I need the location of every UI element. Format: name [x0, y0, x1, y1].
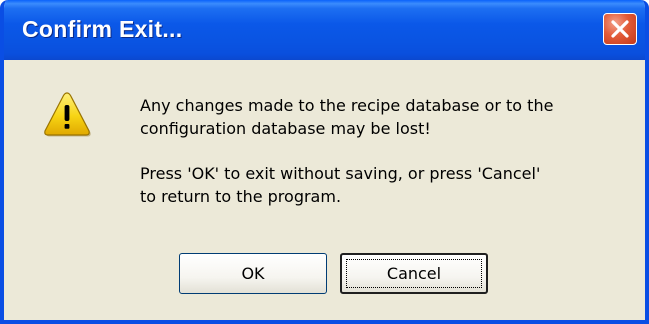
- cancel-button-label: Cancel: [386, 264, 442, 283]
- warning-icon: [44, 92, 91, 137]
- confirm-exit-dialog: Confirm Exit... Any changes made to the …: [0, 0, 649, 324]
- dialog-title: Confirm Exit...: [22, 16, 183, 42]
- cancel-button[interactable]: Cancel: [340, 253, 488, 294]
- message-line: to return to the program.: [140, 187, 342, 206]
- close-icon: [611, 20, 629, 38]
- title-bar[interactable]: Confirm Exit...: [4, 0, 645, 60]
- ok-button[interactable]: OK: [179, 253, 327, 294]
- close-button[interactable]: [603, 13, 637, 45]
- message-line: Press 'OK' to exit without saving, or pr…: [140, 164, 541, 183]
- message-text: Any changes made to the recipe database …: [140, 94, 645, 208]
- message-line: Any changes made to the recipe database …: [140, 96, 554, 115]
- message-line: configuration database may be lost!: [140, 119, 431, 138]
